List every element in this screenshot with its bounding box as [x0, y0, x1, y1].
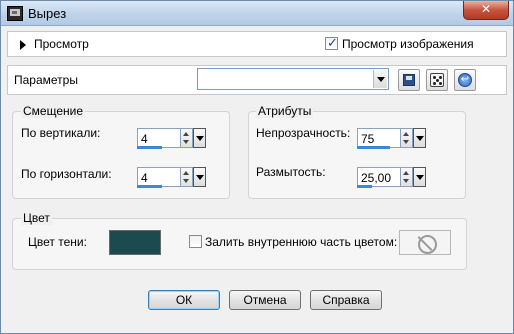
image-preview-label: Просмотр изображения — [342, 37, 474, 51]
preview-bar: Просмотр Просмотр изображения — [7, 31, 507, 57]
randomize-button[interactable] — [426, 69, 448, 91]
preview-label[interactable]: Просмотр — [34, 37, 89, 51]
close-button[interactable]: ✕ — [463, 1, 509, 20]
vertical-offset-updown[interactable] — [181, 128, 193, 148]
vertical-offset-level — [137, 146, 162, 149]
blur-input[interactable]: 25,00 — [357, 167, 401, 187]
horizontal-offset-updown[interactable] — [181, 167, 193, 187]
attributes-title: Атрибуты — [256, 104, 314, 118]
vertical-offset-input[interactable]: 4 — [137, 128, 181, 148]
reset-button[interactable]: ↩ — [454, 69, 476, 91]
reset-icon: ↩ — [458, 73, 472, 87]
params-bar: Параметры ↩ — [7, 65, 507, 95]
vertical-offset-spinner[interactable]: 4 — [137, 128, 207, 150]
opacity-updown[interactable] — [401, 128, 413, 148]
chevron-down-icon[interactable] — [373, 70, 387, 88]
params-label: Параметры — [14, 73, 78, 87]
cancel-button[interactable]: Отмена — [229, 290, 301, 310]
image-preview-checkbox[interactable] — [325, 35, 338, 51]
shadow-color-swatch[interactable] — [109, 230, 161, 255]
horizontal-offset-dropdown[interactable] — [193, 167, 206, 187]
offset-title: Смещение — [21, 104, 86, 118]
save-icon — [403, 74, 415, 86]
vertical-offset-label: По вертикали: — [21, 126, 101, 140]
preset-combobox[interactable] — [197, 68, 389, 90]
dialog-window: Вырез ✕ Просмотр Просмотр изображения Па… — [0, 0, 514, 334]
blur-label: Размытость: — [256, 165, 326, 179]
vertical-offset-dropdown[interactable] — [193, 128, 206, 148]
blur-updown[interactable] — [401, 167, 413, 187]
opacity-level — [357, 146, 390, 149]
app-icon — [7, 6, 23, 21]
blur-spinner[interactable]: 25,00 — [357, 167, 427, 189]
title-bar: Вырез ✕ — [1, 1, 513, 26]
save-preset-button[interactable] — [398, 69, 420, 91]
horizontal-offset-label: По горизонтали: — [21, 167, 112, 181]
ok-button[interactable]: ОК — [148, 290, 220, 310]
opacity-spinner[interactable]: 75 — [357, 128, 427, 150]
horizontal-offset-input[interactable]: 4 — [137, 167, 181, 187]
expand-triangle-icon[interactable] — [20, 40, 26, 50]
window-title: Вырез — [28, 6, 67, 21]
horizontal-offset-level — [137, 185, 162, 188]
fill-inner-checkbox[interactable] — [189, 235, 202, 248]
opacity-dropdown[interactable] — [413, 128, 426, 148]
horizontal-offset-spinner[interactable]: 4 — [137, 167, 207, 189]
color-title: Цвет — [21, 211, 52, 225]
blur-dropdown[interactable] — [413, 167, 426, 187]
fill-inner-label: Залить внутреннюю часть цветом: — [205, 235, 398, 249]
help-button[interactable]: Справка — [310, 290, 382, 310]
opacity-label: Непрозрачность: — [256, 126, 351, 140]
randomize-dice-icon — [430, 73, 444, 87]
shadow-color-label: Цвет тени: — [28, 235, 87, 249]
opacity-input[interactable]: 75 — [357, 128, 401, 148]
blur-level — [357, 185, 372, 188]
no-color-icon[interactable] — [399, 230, 451, 255]
